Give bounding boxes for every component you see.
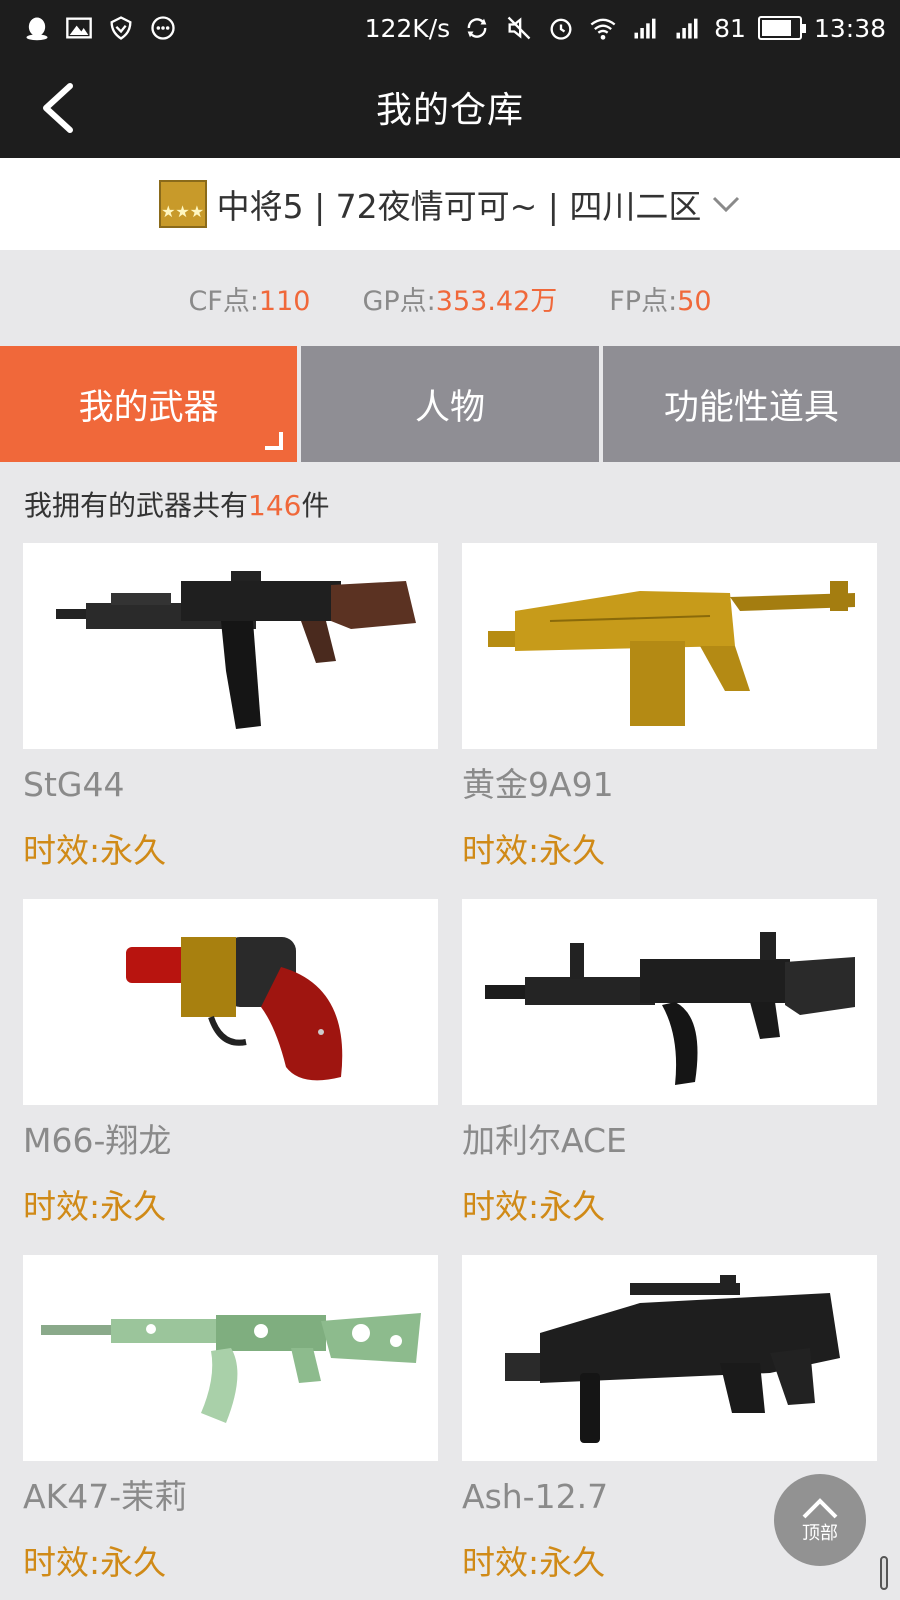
back-arrow-icon: [43, 83, 73, 133]
weapon-image: [462, 543, 877, 749]
battery-icon: [757, 16, 806, 40]
cf-points: CF点:110: [188, 279, 310, 318]
cf-value: 110: [258, 285, 311, 317]
net-speed: 122K/s: [364, 13, 451, 43]
weapon-grid: StG44 时效:永久 黄金9A91 时效:永久 M66-翔龙 时效:永久 加利…: [23, 543, 877, 1600]
account-info: 中将5 | 72夜情可可~ | 四川二区: [216, 187, 702, 226]
page-title: 我的仓库: [375, 90, 524, 131]
weapon-image: [23, 543, 438, 749]
fp-points: FP点:50: [609, 279, 711, 318]
weapon-image: [23, 899, 438, 1105]
weapon-duration: 时效:永久: [23, 1187, 167, 1226]
alarm-icon: [546, 13, 576, 43]
weapon-card[interactable]: AK47-茉莉 时效:永久: [23, 1255, 438, 1600]
weapon-card[interactable]: StG44 时效:永久: [23, 543, 438, 899]
tab-label: 人物: [414, 387, 485, 428]
arrow-up-icon: [802, 1498, 838, 1519]
more-icon: [148, 13, 178, 43]
tab-label: 我的武器: [78, 387, 219, 428]
weapon-name: 加利尔ACE: [462, 1121, 627, 1160]
wifi-icon: [588, 13, 618, 43]
black-bullpup-image: [504, 1275, 840, 1443]
weapon-duration: 时效:永久: [462, 1187, 606, 1226]
weapon-image: [462, 1255, 877, 1461]
gp-label: GP点:: [362, 285, 436, 317]
weapon-image: [462, 899, 877, 1105]
shield-icon: [106, 13, 136, 43]
rifle-brown-stock-image: [55, 571, 416, 729]
back-to-top-label: 顶部: [802, 1523, 838, 1544]
nav-bar: 我的仓库: [0, 56, 900, 158]
gallery-icon: [64, 13, 94, 43]
status-right: 122K/s 81 13:38: [365, 13, 886, 43]
black-rifle-image: [484, 932, 855, 1085]
fp-value: 50: [677, 285, 712, 317]
summary-suffix: 件: [301, 489, 330, 522]
account-selector[interactable]: ★★★ 中将5 | 72夜情可可~ | 四川二区: [0, 158, 900, 250]
gp-value: 353.42万: [435, 285, 558, 317]
weapon-name: AK47-茉莉: [23, 1477, 188, 1516]
weapon-image: [23, 1255, 438, 1461]
gold-smg-image: [487, 581, 855, 726]
points-row: CF点:110 GP点:353.42万 FP点:50: [0, 250, 900, 346]
qq-icon: [22, 13, 52, 43]
category-tabs: 我的武器 人物 功能性道具: [0, 346, 900, 462]
back-button[interactable]: [38, 80, 88, 136]
weapon-card[interactable]: 黄金9A91 时效:永久: [462, 543, 877, 899]
gp-points: GP点:353.42万: [362, 279, 557, 318]
weapon-duration: 时效:永久: [462, 831, 606, 870]
weapon-name: M66-翔龙: [23, 1121, 172, 1160]
rank-stars: ★★★: [161, 202, 205, 221]
tab-weapons[interactable]: 我的武器: [0, 346, 298, 462]
weapon-duration: 时效:永久: [23, 831, 167, 870]
signal-icon: [630, 13, 660, 43]
scrollbar[interactable]: [880, 1556, 888, 1590]
battery-level: 81: [714, 13, 746, 43]
summary-prefix: 我拥有的武器共有: [24, 489, 249, 522]
signal-icon-2: [672, 13, 702, 43]
status-bar: 122K/s 81 13:38: [0, 0, 900, 56]
tab-label: 功能性道具: [663, 387, 839, 428]
weapon-name: StG44: [23, 765, 125, 804]
status-left: [22, 13, 178, 43]
cf-label: CF点:: [188, 285, 259, 317]
chevron-down-icon[interactable]: [711, 189, 741, 219]
tab-characters[interactable]: 人物: [301, 346, 599, 462]
green-floral-ak-image: [40, 1313, 421, 1423]
battery-fill: [761, 20, 792, 36]
red-revolver-image: [125, 937, 342, 1081]
fp-label: FP点:: [609, 285, 678, 317]
mute-icon: [504, 13, 534, 43]
weapon-card[interactable]: 加利尔ACE 时效:永久: [462, 899, 877, 1255]
rank-badge-icon: ★★★: [158, 180, 207, 228]
corner-indicator-icon: [265, 432, 284, 450]
weapon-count: 146: [248, 489, 302, 522]
weapon-card[interactable]: M66-翔龙 时效:永久: [23, 899, 438, 1255]
clock: 13:38: [813, 13, 886, 43]
back-to-top-button[interactable]: 顶部: [774, 1474, 866, 1566]
weapon-name: 黄金9A91: [462, 765, 614, 804]
tab-items[interactable]: 功能性道具: [602, 346, 900, 462]
sync-icon: [462, 13, 492, 43]
weapon-duration: 时效:永久: [23, 1543, 167, 1582]
weapon-count-summary: 我拥有的武器共有146件: [24, 484, 329, 524]
